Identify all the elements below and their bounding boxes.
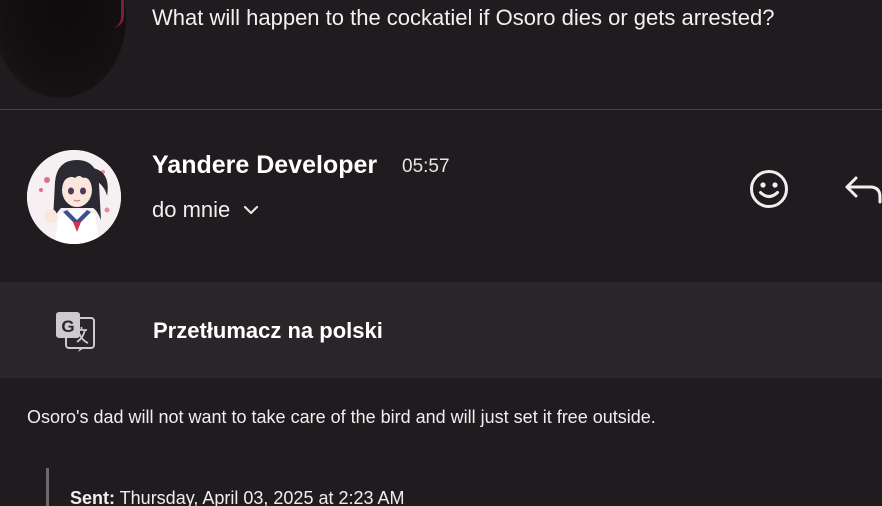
add-reaction-button[interactable] <box>748 168 790 210</box>
sender-avatar[interactable] <box>27 150 121 244</box>
reply-arrow-icon <box>845 176 882 204</box>
translate-banner[interactable]: G Przetłumacz na polski <box>0 282 882 378</box>
previous-message[interactable]: What will happen to the cockatiel if Oso… <box>0 0 882 109</box>
chevron-down-icon <box>240 199 262 221</box>
avatar-illustration <box>27 150 121 244</box>
send-time: 05:57 <box>402 156 450 177</box>
emoji-smile-icon <box>750 170 788 208</box>
email-thread-view: What will happen to the cockatiel if Oso… <box>0 0 882 506</box>
google-translate-icon: G <box>54 310 96 352</box>
recipient-toggle[interactable]: do mnie <box>152 196 262 224</box>
recipient-text: do mnie <box>152 197 231 222</box>
quoted-sent-value: Thursday, April 03, 2025 at 2:23 AM <box>115 488 405 506</box>
sender-name[interactable]: Yandere Developer <box>152 150 377 180</box>
previous-sender-avatar <box>0 0 126 98</box>
svg-text:G: G <box>61 317 74 336</box>
quoted-sent-line: Sent: Thursday, April 03, 2025 at 2:23 A… <box>70 487 405 506</box>
quoted-sent-label: Sent: <box>70 488 115 506</box>
quote-bar <box>46 468 49 506</box>
reply-button[interactable] <box>842 172 882 208</box>
previous-message-text: What will happen to the cockatiel if Oso… <box>152 5 775 30</box>
message-body-text: Osoro's dad will not want to take care o… <box>27 407 656 427</box>
translate-label: Przetłumacz na polski <box>153 318 383 343</box>
message-header: Yandere Developer 05:57 do mnie <box>0 110 882 282</box>
